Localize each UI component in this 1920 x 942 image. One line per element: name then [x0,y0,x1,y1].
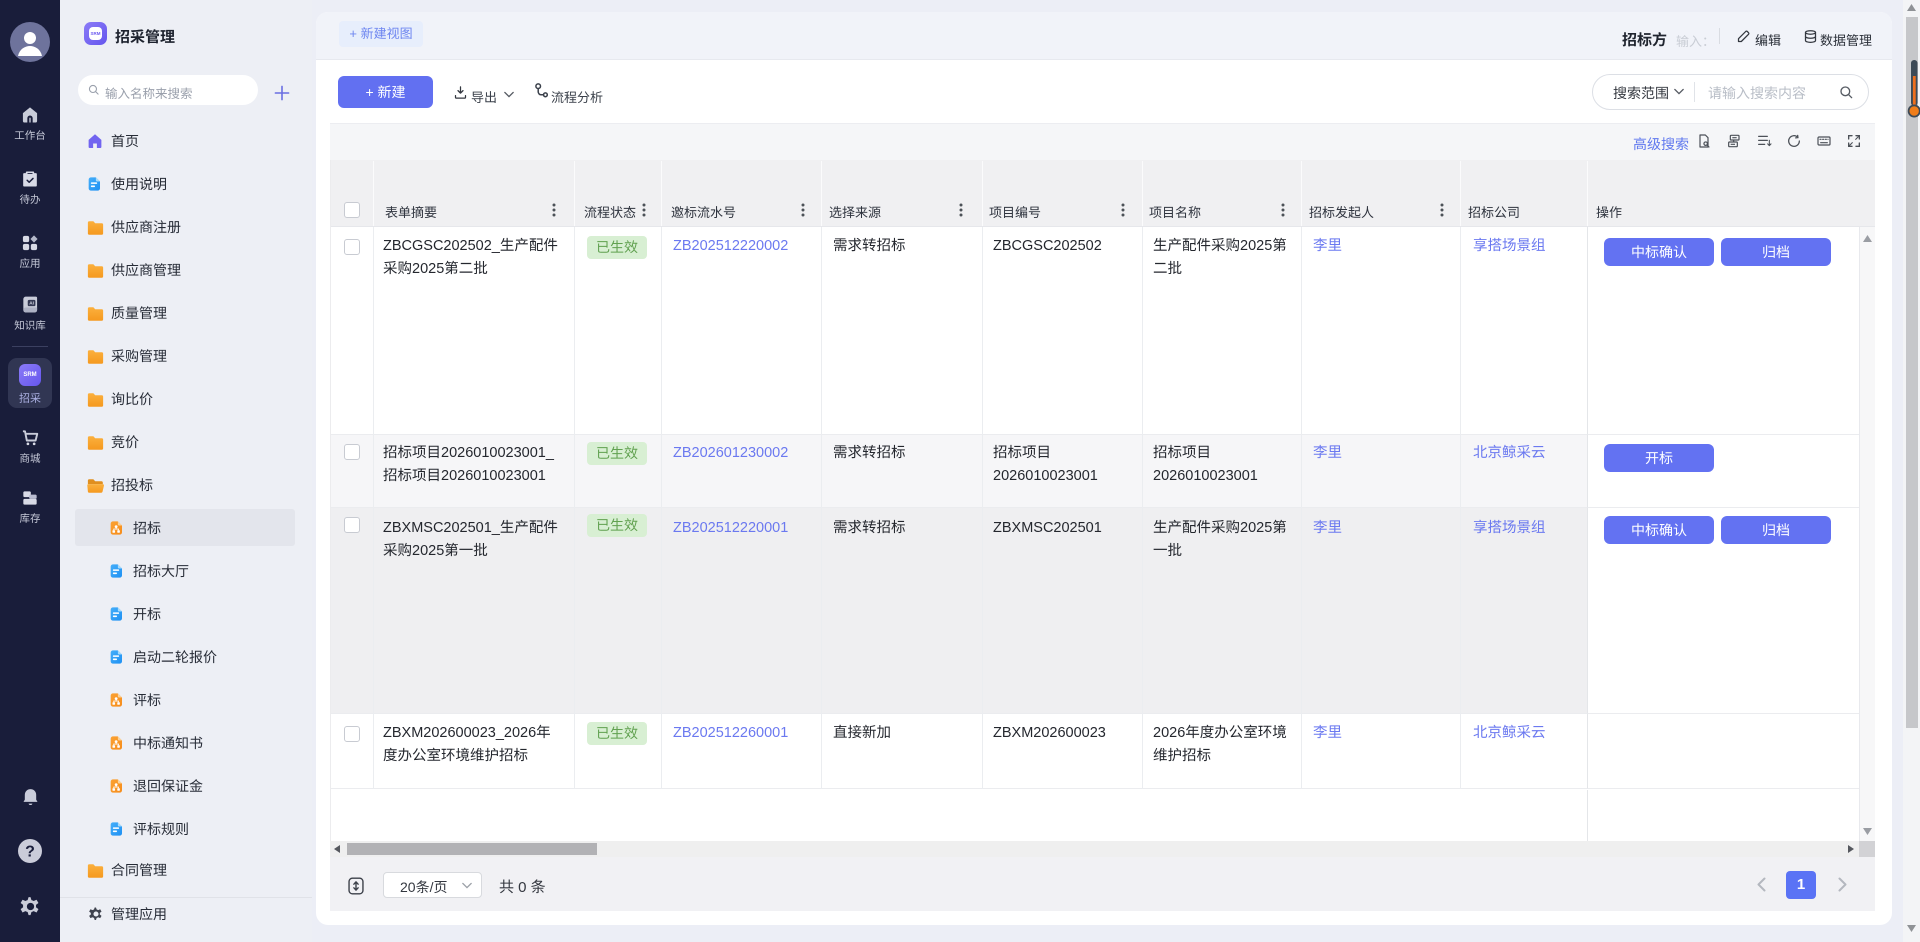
svg-text:AI: AI [29,301,34,306]
svg-text:?: ? [25,844,35,861]
